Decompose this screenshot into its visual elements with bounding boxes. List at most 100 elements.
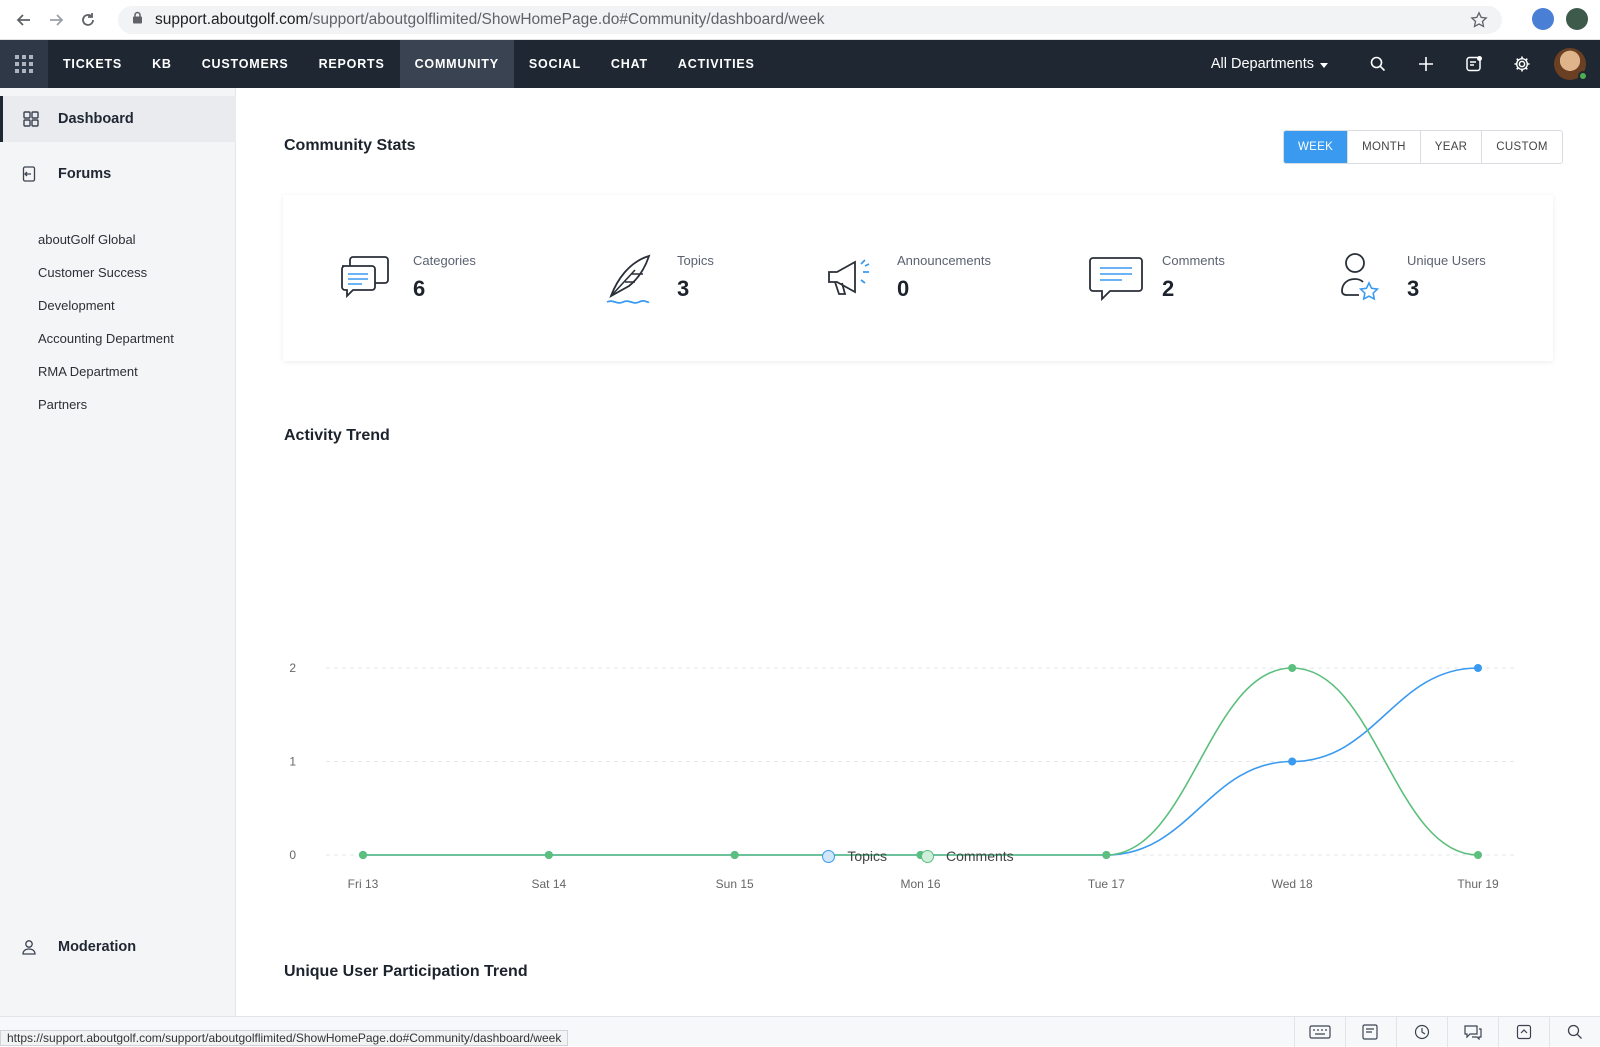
reload-icon[interactable] [72,4,104,36]
department-label: All Departments [1210,56,1314,72]
stat-categories[interactable]: Categories 6 [339,250,476,306]
tab-customers[interactable]: CUSTOMERS [187,40,304,88]
stat-value: 3 [1407,276,1420,301]
stat-label: Topics [677,253,714,268]
stat-value: 2 [1162,276,1175,301]
data-point-topics [1288,757,1297,766]
tab-chat[interactable]: CHAT [596,40,663,88]
data-point-topics [1474,664,1482,672]
legend-label: Topics [847,848,887,864]
sidebar-item-forums[interactable]: Forums [0,151,236,197]
search-icon[interactable] [1354,40,1402,88]
stat-comments[interactable]: Comments 2 [1088,250,1225,306]
app-header: TICKETS KB CUSTOMERS REPORTS COMMUNITY S… [0,40,1600,88]
url-path: /support/aboutgolflimited/ShowHomePage.d… [308,11,825,28]
x-tick-label: Wed 18 [1272,877,1313,888]
share-icon[interactable] [1498,1017,1549,1047]
back-icon[interactable] [8,4,40,36]
main-nav: TICKETS KB CUSTOMERS REPORTS COMMUNITY S… [48,40,770,88]
chevron-down-icon [1320,62,1328,68]
tab-reports[interactable]: REPORTS [304,40,400,88]
stats-card: Categories 6 Topics 3 Announcements 0 Co… [283,195,1553,361]
sidebar-item-label: Moderation [58,939,137,955]
tab-tickets[interactable]: TICKETS [48,40,137,88]
star-icon[interactable] [1470,11,1488,34]
chart-legend: Topics Comments [236,848,1600,864]
clock-icon[interactable] [1396,1017,1447,1047]
community-stats-title: Community Stats [284,137,416,154]
plus-icon[interactable] [1402,40,1450,88]
legend-swatch-comments [921,849,934,863]
sidebar: Dashboard Forums aboutGolf Global Custom… [0,88,236,1016]
forum-item-accounting-department[interactable]: Accounting Department [38,322,174,355]
range-week-button[interactable]: WEEK [1284,131,1348,163]
tab-activities[interactable]: ACTIVITIES [663,40,770,88]
user-star-icon [1333,250,1389,306]
sidebar-item-label: Forums [58,166,112,182]
x-tick-label: Sun 15 [716,877,754,888]
chat-bubbles-icon [339,250,395,306]
forward-icon[interactable] [40,4,72,36]
avatar[interactable] [1554,48,1588,81]
online-status-icon [1578,71,1588,81]
tab-kb[interactable]: KB [137,40,187,88]
gear-icon[interactable] [1498,40,1546,88]
quill-icon [603,250,659,306]
stat-label: Categories [413,253,476,268]
activity-trend-title: Activity Trend [284,427,390,444]
tab-community[interactable]: COMMUNITY [399,40,514,88]
x-tick-label: Mon 16 [900,877,940,888]
sidebar-item-label: Dashboard [58,111,134,127]
url-host: support.aboutgolf.com [155,11,309,28]
stat-unique-users[interactable]: Unique Users 3 [1333,250,1486,306]
user-icon [0,939,58,955]
unique-user-trend-title: Unique User Participation Trend [284,963,528,980]
forum-item-customer-success[interactable]: Customer Success [38,256,174,289]
forum-item-development[interactable]: Development [38,289,174,322]
activity-trend-svg: 012Fri 13 Sat 14 Sun 15 Mon 16 Tue 17 Wed 18 T… [289,661,1516,891]
address-bar[interactable]: support.aboutgolf.com/support/aboutgolfl… [118,6,1502,34]
forum-list: aboutGolf Global Customer Success Develo… [38,223,174,421]
megaphone-icon [823,250,879,306]
forum-item-rma-department[interactable]: RMA Department [38,355,174,388]
forum-item-partners[interactable]: Partners [38,388,174,421]
x-tick-label: Thur 19 [1457,877,1499,888]
range-month-button[interactable]: MONTH [1347,131,1420,163]
x-tick-label: Fri 13 [348,877,379,888]
legend-label: Comments [946,848,1014,864]
main-content: Community Stats WEEK MONTH YEAR CUSTOM C… [236,88,1600,1016]
x-tick-label: Tue 17 [1088,877,1125,888]
sidebar-item-moderation[interactable]: Moderation [0,924,236,970]
notes-icon[interactable] [1450,40,1498,88]
y-tick-label: 1 [289,755,296,769]
range-custom-button[interactable]: CUSTOM [1481,131,1561,163]
chat-icon[interactable] [1447,1017,1498,1047]
stat-announcements[interactable]: Announcements 0 [823,250,991,306]
notes-icon[interactable] [1345,1017,1396,1047]
stat-label: Announcements [897,253,991,268]
forum-item-aboutgolf-global[interactable]: aboutGolf Global [38,223,174,256]
legend-item-comments[interactable]: Comments [921,848,1014,864]
search-icon[interactable] [1549,1017,1600,1047]
data-point-comments [1288,664,1297,672]
stat-value: 6 [413,276,426,301]
keyboard-icon[interactable] [1294,1017,1345,1047]
department-select[interactable]: All Departments [1211,56,1328,72]
profile-icon[interactable] [1566,8,1588,30]
tab-social[interactable]: SOCIAL [514,40,596,88]
legend-item-topics[interactable]: Topics [822,848,887,864]
status-url: https://support.aboutgolf.com/support/ab… [0,1030,569,1046]
lock-icon [132,11,143,29]
stat-topics[interactable]: Topics 3 [603,250,714,306]
comment-icon [1088,250,1144,306]
apps-grid-icon[interactable] [0,40,48,88]
forums-icon [0,166,58,182]
date-range-toggle: WEEK MONTH YEAR CUSTOM [1283,130,1563,164]
sidebar-item-dashboard[interactable]: Dashboard [0,96,236,142]
activity-trend-chart: 0 1 2 Fri 13 Sat 14 Sun 15 Mon 16 Tue 17 Wed 18 T… [276,558,1566,891]
extension-icon[interactable] [1532,8,1554,30]
dashboard-icon [3,111,58,127]
range-year-button[interactable]: YEAR [1419,131,1482,163]
legend-swatch-topics [822,849,836,863]
y-tick-label: 2 [289,661,296,675]
